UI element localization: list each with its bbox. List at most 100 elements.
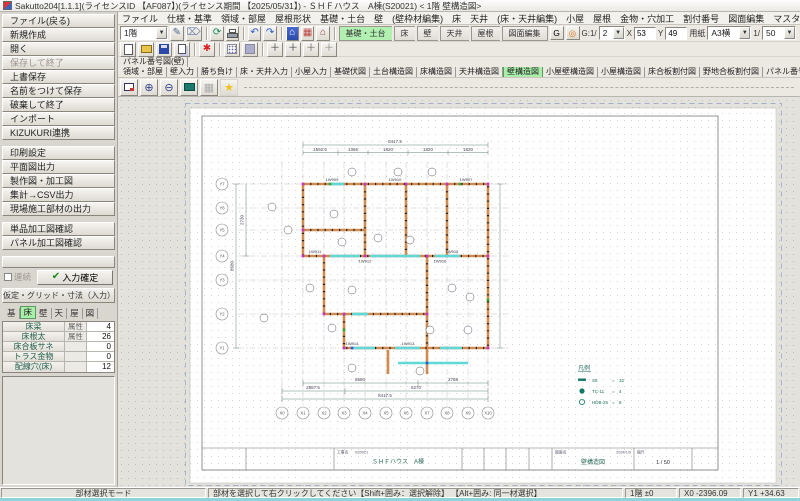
house-output-icon[interactable]: ⌂ xyxy=(316,26,329,41)
snap-center-icon[interactable]: ＋ xyxy=(267,42,283,57)
tab-wall[interactable]: 壁 xyxy=(36,308,52,319)
viewtab-floor-structure[interactable]: 床構造図 xyxy=(417,67,456,77)
sidebar-button-import[interactable]: インポート xyxy=(2,112,115,126)
grid-scale-selector[interactable]: 2 ▼ xyxy=(599,26,625,40)
viewtab-attic-wall-structure[interactable]: 小屋壁構造図 xyxy=(543,67,598,77)
menu-floor-ceiling-edit[interactable]: (床・天井編集) xyxy=(497,12,557,25)
menu-wall-frame-edit[interactable]: (壁枠材編集) xyxy=(392,12,443,25)
viewtab-ceiling-structure[interactable]: 天井構造図 xyxy=(456,67,503,77)
menu-foundation[interactable]: 基礎・土台 xyxy=(320,12,365,25)
viewtab-attic-structure[interactable]: 小屋構造図 xyxy=(598,67,645,77)
redo-icon[interactable]: ↷ xyxy=(263,26,276,41)
menu-file[interactable]: ファイル xyxy=(122,12,158,25)
menu-area-room[interactable]: 領域・部屋 xyxy=(221,12,266,25)
snap-grid-icon[interactable]: ＋ xyxy=(321,42,337,57)
grid-dimension-input-button[interactable]: 仮定・グリッド・寸法（入力） xyxy=(2,288,115,303)
tab-foundation-base[interactable]: 基礎・土台 xyxy=(339,26,392,41)
viewtab-roof-plywood-layout[interactable]: 野地合板割付図 xyxy=(700,67,763,77)
open-folder-icon[interactable] xyxy=(138,42,154,57)
zoom-in-icon[interactable]: ⊕ xyxy=(140,79,158,96)
viewtab-sill-structure[interactable]: 土台構造図 xyxy=(370,67,417,77)
drawing-canvas[interactable]: 8417.5 1592.5 1365 1820 1820 1820 8580 2… xyxy=(118,97,800,487)
paper-selector[interactable]: A3横 ▼ xyxy=(707,26,751,40)
tab-ceiling-main[interactable]: 天井 xyxy=(440,26,469,41)
continuous-checkbox[interactable]: 連続 xyxy=(4,271,31,283)
refresh-icon[interactable]: ⟳ xyxy=(210,26,223,41)
tab-drawing[interactable]: 図 xyxy=(83,308,99,319)
menu-attic[interactable]: 小屋 xyxy=(566,12,584,25)
attribute-button[interactable]: 属性 xyxy=(65,322,87,331)
grid-toggle-button[interactable]: G xyxy=(550,26,564,40)
grid-dots-icon[interactable] xyxy=(224,42,240,57)
tab-wall-main[interactable]: 壁 xyxy=(417,26,438,41)
menu-master-settings[interactable]: マスター設定 xyxy=(773,12,800,25)
scale-selector[interactable]: 50 ▼ xyxy=(762,26,796,40)
attribute-button[interactable]: 属性 xyxy=(65,332,87,341)
tab-roof[interactable]: 屋 xyxy=(67,308,83,319)
menu-drawing-edit[interactable]: 図面編集 xyxy=(728,12,764,25)
target-icon[interactable]: ◎ xyxy=(566,26,580,40)
sidebar-button-plan-output[interactable]: 平面図出力 xyxy=(2,160,115,174)
sidebar-button-csv-output[interactable]: 集計→CSV出力 xyxy=(2,188,115,202)
tab-floor-main[interactable]: 床 xyxy=(394,26,415,41)
viewtab-foundation-plan[interactable]: 基礎伏図 xyxy=(331,67,370,77)
table-row[interactable]: 配線穴(床) 12 xyxy=(3,362,114,372)
viewtab-floor-plywood-layout[interactable]: 床合板割付図 xyxy=(645,67,700,77)
tab-foundation[interactable]: 基 xyxy=(4,308,20,319)
favorite-star-icon[interactable]: ★ xyxy=(220,79,238,96)
building-icon[interactable]: ▦ xyxy=(301,26,314,41)
sidebar-button-file-return[interactable]: ファイル(戻る) xyxy=(2,14,115,28)
tab-ceiling[interactable]: 天 xyxy=(52,308,68,319)
titlebar[interactable]: Sakutto204[1.1.1](ライセンスID 【AF087】)(ライセンス… xyxy=(0,0,800,12)
range-select-icon[interactable] xyxy=(120,79,138,96)
menu-spec-standard[interactable]: 仕様・基準 xyxy=(167,12,212,25)
table-row[interactable]: 床合板サネ 0 xyxy=(3,342,114,352)
viewtab-wall-input[interactable]: 壁入力 xyxy=(167,67,198,77)
sidebar-button-print-settings[interactable]: 印刷設定 xyxy=(2,146,115,160)
sidebar-button-site-parts-output[interactable]: 現場施工部材の出力 xyxy=(2,202,115,216)
tab-drawing-edit-main[interactable]: 図面編集 xyxy=(502,26,548,41)
sidebar-button-kizukuri-link[interactable]: KIZUKURI連携 xyxy=(2,126,115,140)
menu-wall[interactable]: 壁 xyxy=(374,12,383,25)
snap-end-icon[interactable]: ＋ xyxy=(285,42,301,57)
save-icon[interactable] xyxy=(156,42,172,57)
grid-dots-fine-icon[interactable] xyxy=(242,42,258,57)
table-row[interactable]: 床根太 属性 26 xyxy=(3,332,114,342)
y-count-input[interactable] xyxy=(665,27,687,40)
menu-layout-number[interactable]: 割付番号 xyxy=(683,12,719,25)
view-3d-icon[interactable]: ⌂ xyxy=(286,26,299,41)
viewtab-area-room[interactable]: 領域・部屋 xyxy=(120,67,167,77)
menu-ceiling[interactable]: 天井 xyxy=(470,12,488,25)
table-row[interactable]: トラス金物 0 xyxy=(3,352,114,362)
snap-intersection-icon[interactable]: ＋ xyxy=(303,42,319,57)
edit-pencil-icon[interactable]: ✎ xyxy=(170,26,183,41)
menu-roof[interactable]: 屋根 xyxy=(593,12,611,25)
sidebar-button-single-drawing-confirm[interactable]: 単品加工図確認 xyxy=(2,222,115,236)
sidebar-button-save-as[interactable]: 名前をつけて保存 xyxy=(2,84,115,98)
print-icon[interactable] xyxy=(226,26,239,41)
tab-floor[interactable]: 床 xyxy=(20,306,37,319)
sidebar-button-production-drawings[interactable]: 製作図・加工図 xyxy=(2,174,115,188)
sidebar-button-overwrite-save[interactable]: 上書保存 xyxy=(2,70,115,84)
sidebar-button-panel-drawing-confirm[interactable]: パネル加工図確認 xyxy=(2,236,115,250)
viewtab-panel-number-wall[interactable]: パネル番号図(壁) xyxy=(120,57,188,67)
sidebar-button-new[interactable]: 新規作成 xyxy=(2,28,115,42)
viewtab-panel-number-floor[interactable]: パネル番号図(床) xyxy=(763,67,800,77)
viewtab-floor-ceiling-input[interactable]: 床・天井入力 xyxy=(237,67,292,77)
floor-selector[interactable]: 1階 ▼ xyxy=(120,26,168,40)
undo-icon[interactable]: ↶ xyxy=(248,26,261,41)
viewtab-win-lose[interactable]: 勝ち負け xyxy=(198,67,237,77)
new-file-icon[interactable] xyxy=(120,42,136,57)
viewtab-attic-input[interactable]: 小屋入力 xyxy=(292,67,331,77)
zoom-extent-icon[interactable] xyxy=(180,79,198,96)
table-row[interactable]: 床梁 属性 4 xyxy=(3,322,114,332)
viewtab-wall-structure[interactable]: 壁構造図 xyxy=(503,67,543,78)
jump-mark-icon[interactable]: ✱ xyxy=(199,42,215,57)
copy-document-icon[interactable] xyxy=(174,42,190,57)
menu-floor[interactable]: 床 xyxy=(452,12,461,25)
sidebar-button-open[interactable]: 開く xyxy=(2,42,115,56)
x-count-input[interactable] xyxy=(634,27,656,40)
menu-hardware-hole[interactable]: 金物・穴加工 xyxy=(620,12,674,25)
sidebar-button-discard-exit[interactable]: 破棄して終了 xyxy=(2,98,115,112)
erase-icon[interactable]: ⌦ xyxy=(186,26,202,41)
